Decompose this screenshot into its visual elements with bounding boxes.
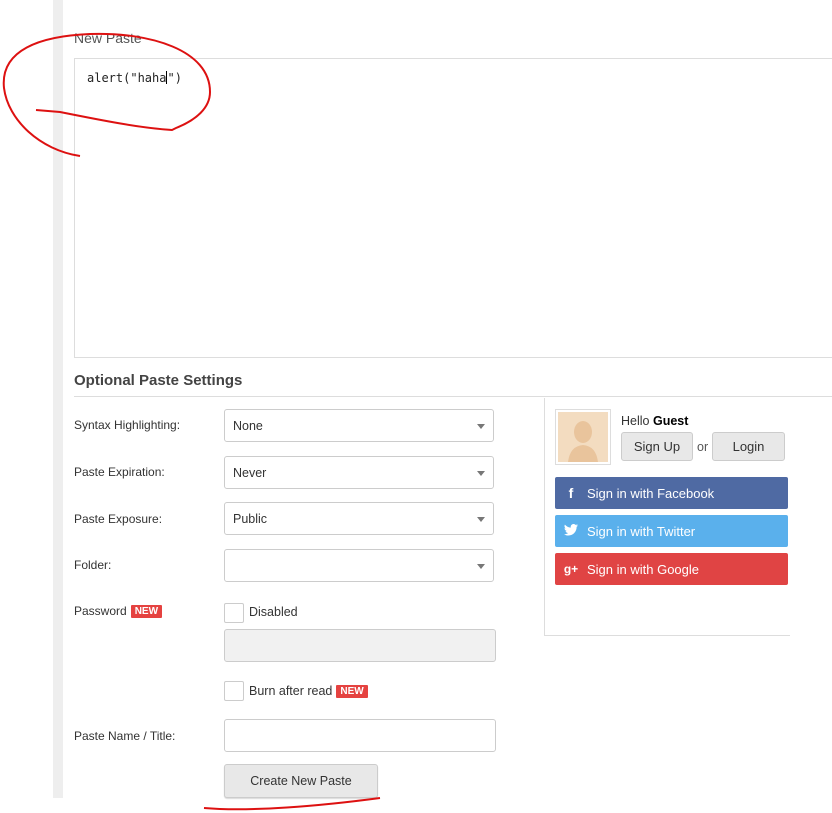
- google-signin-label: Sign in with Google: [587, 562, 700, 577]
- greeting: Hello Guest: [621, 414, 689, 428]
- chevron-down-icon: [477, 424, 485, 429]
- exposure-value: Public: [233, 512, 268, 526]
- folder-label: Folder:: [74, 558, 112, 572]
- facebook-signin-label: Sign in with Facebook: [587, 486, 715, 501]
- new-badge: NEW: [130, 605, 163, 618]
- burn-checkbox[interactable]: [224, 681, 244, 701]
- twitter-signin-button[interactable]: Sign in with Twitter: [555, 515, 788, 547]
- facebook-signin-button[interactable]: f Sign in with Facebook: [555, 477, 788, 509]
- chevron-down-icon: [477, 517, 485, 522]
- paste-content[interactable]: alert("haha"): [87, 71, 182, 85]
- user-avatar-icon: [555, 409, 611, 465]
- chevron-down-icon: [477, 471, 485, 476]
- name-label: Paste Name / Title:: [74, 729, 176, 743]
- syntax-select[interactable]: None: [224, 409, 494, 442]
- password-checkbox[interactable]: [224, 603, 244, 623]
- settings-heading: Optional Paste Settings: [74, 372, 243, 389]
- password-label: Password: [74, 604, 127, 618]
- create-paste-button[interactable]: Create New Paste: [224, 764, 378, 798]
- syntax-value: None: [233, 419, 263, 433]
- or-text: or: [697, 440, 709, 454]
- expiration-select[interactable]: Never: [224, 456, 494, 489]
- expiration-label: Paste Expiration:: [74, 465, 165, 479]
- left-gutter: [53, 0, 63, 798]
- password-checkbox-label[interactable]: Disabled: [249, 605, 298, 619]
- paste-editor[interactable]: alert("haha"): [74, 58, 832, 358]
- twitter-signin-label: Sign in with Twitter: [587, 524, 696, 539]
- burn-label-wrap[interactable]: Burn after read NEW: [249, 684, 368, 698]
- new-paste-heading: New Paste: [74, 30, 142, 46]
- syntax-label: Syntax Highlighting:: [74, 418, 181, 432]
- exposure-select[interactable]: Public: [224, 502, 494, 535]
- settings-divider: [74, 396, 832, 397]
- password-input: [224, 629, 496, 662]
- text-caret: [166, 71, 168, 84]
- username: Guest: [652, 414, 689, 428]
- new-badge: NEW: [336, 685, 368, 698]
- password-label-wrap: Password NEW: [74, 604, 163, 618]
- burn-label: Burn after read: [249, 684, 333, 698]
- facebook-icon: f: [568, 485, 574, 501]
- twitter-icon: [563, 523, 579, 539]
- login-button[interactable]: Login: [712, 432, 785, 461]
- google-plus-icon: g+: [563, 562, 579, 576]
- exposure-label: Paste Exposure:: [74, 512, 163, 526]
- folder-select[interactable]: [224, 549, 494, 582]
- expiration-value: Never: [233, 466, 267, 480]
- google-signin-button[interactable]: g+ Sign in with Google: [555, 553, 788, 585]
- signup-button[interactable]: Sign Up: [621, 432, 693, 461]
- chevron-down-icon: [477, 564, 485, 569]
- paste-name-input[interactable]: [224, 719, 496, 752]
